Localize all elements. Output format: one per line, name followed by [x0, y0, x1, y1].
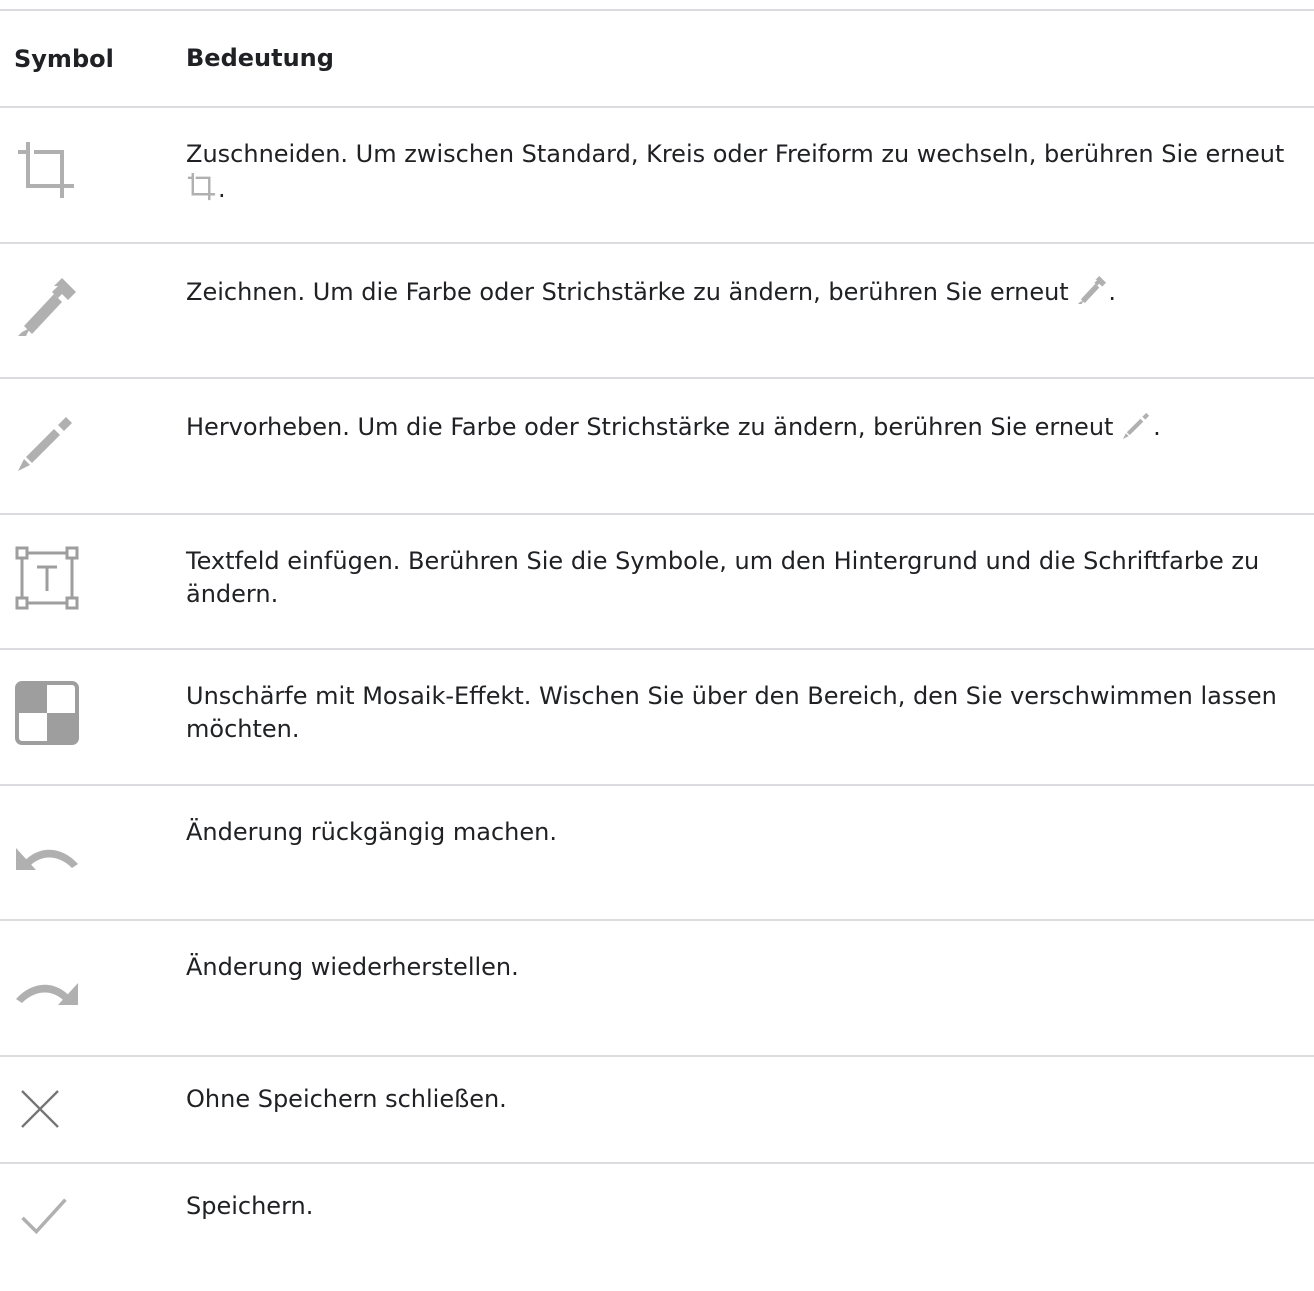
- meaning-cell: Zuschneiden. Um zwischen Standard, Kreis…: [186, 108, 1314, 206]
- row-text: Hervorheben. Um die Farbe oder Strichstä…: [186, 413, 1122, 441]
- meaning-cell: Unschärfe mit Mosaik-Effekt. Wischen Sie…: [186, 682, 1277, 743]
- check-icon: [21, 1198, 67, 1234]
- symbol-table: Symbol Bedeutung Zuschneiden. Um zwische…: [0, 9, 1314, 1279]
- symbol-cell: [0, 379, 186, 475]
- undo-icon: [16, 847, 78, 870]
- meaning-cell: Hervorheben. Um die Farbe oder Strichstä…: [186, 379, 1314, 444]
- highlighter-icon: [1123, 412, 1150, 440]
- header-symbol: Symbol: [14, 44, 114, 73]
- symbol-cell: [0, 244, 186, 340]
- table-row: Unschärfe mit Mosaik-Effekt. Wischen Sie…: [0, 650, 1314, 786]
- meaning-cell: Änderung wiederherstellen.: [186, 953, 519, 981]
- mosaic-blur-icon: [15, 681, 79, 745]
- crop-icon: [187, 172, 216, 201]
- meaning-cell: Ohne Speichern schließen.: [186, 1084, 507, 1113]
- meaning-cell: Textfeld einfügen. Berühren Sie die Symb…: [186, 546, 1260, 608]
- table-row: Änderung rückgängig machen.: [0, 786, 1314, 921]
- meaning-cell: Speichern.: [186, 1191, 314, 1220]
- symbol-cell: [0, 515, 186, 611]
- table-row: Ohne Speichern schließen.: [0, 1057, 1314, 1164]
- symbol-cell: [0, 108, 186, 204]
- symbol-cell: [0, 1164, 186, 1240]
- header-meaning: Bedeutung: [186, 44, 334, 72]
- table-row: Änderung wiederherstellen.: [0, 921, 1314, 1057]
- redo-icon: [16, 983, 78, 1005]
- table-row: Textfeld einfügen. Berühren Sie die Symb…: [0, 515, 1314, 650]
- pen-icon: [1078, 275, 1107, 304]
- symbol-cell: [0, 650, 186, 746]
- meaning-cell: Änderung rückgängig machen.: [186, 817, 557, 846]
- highlighter-icon: [18, 417, 72, 471]
- table-header-row: Symbol Bedeutung: [0, 11, 1314, 108]
- row-text: Zuschneiden. Um zwischen Standard, Kreis…: [186, 140, 1285, 168]
- crop-icon: [18, 142, 74, 198]
- row-text: Zeichnen. Um die Farbe oder Strichstärke…: [186, 277, 1077, 306]
- table-row: Hervorheben. Um die Farbe oder Strichstä…: [0, 379, 1314, 515]
- table-row: Speichern.: [0, 1164, 1314, 1279]
- row-text-suffix: .: [1153, 413, 1161, 441]
- meaning-cell: Zeichnen. Um die Farbe oder Strichstärke…: [186, 244, 1314, 309]
- table-row: Zeichnen. Um die Farbe oder Strichstärke…: [0, 244, 1314, 379]
- table-row: Zuschneiden. Um zwischen Standard, Kreis…: [0, 108, 1314, 244]
- pen-icon: [18, 277, 76, 336]
- close-icon: [21, 1089, 59, 1128]
- text-box-icon: [15, 546, 79, 609]
- symbol-cell: [0, 1057, 186, 1131]
- symbol-cell: [0, 921, 186, 1029]
- row-text-suffix: .: [1108, 277, 1116, 306]
- symbol-cell: [0, 786, 186, 894]
- row-text-suffix: .: [218, 175, 226, 203]
